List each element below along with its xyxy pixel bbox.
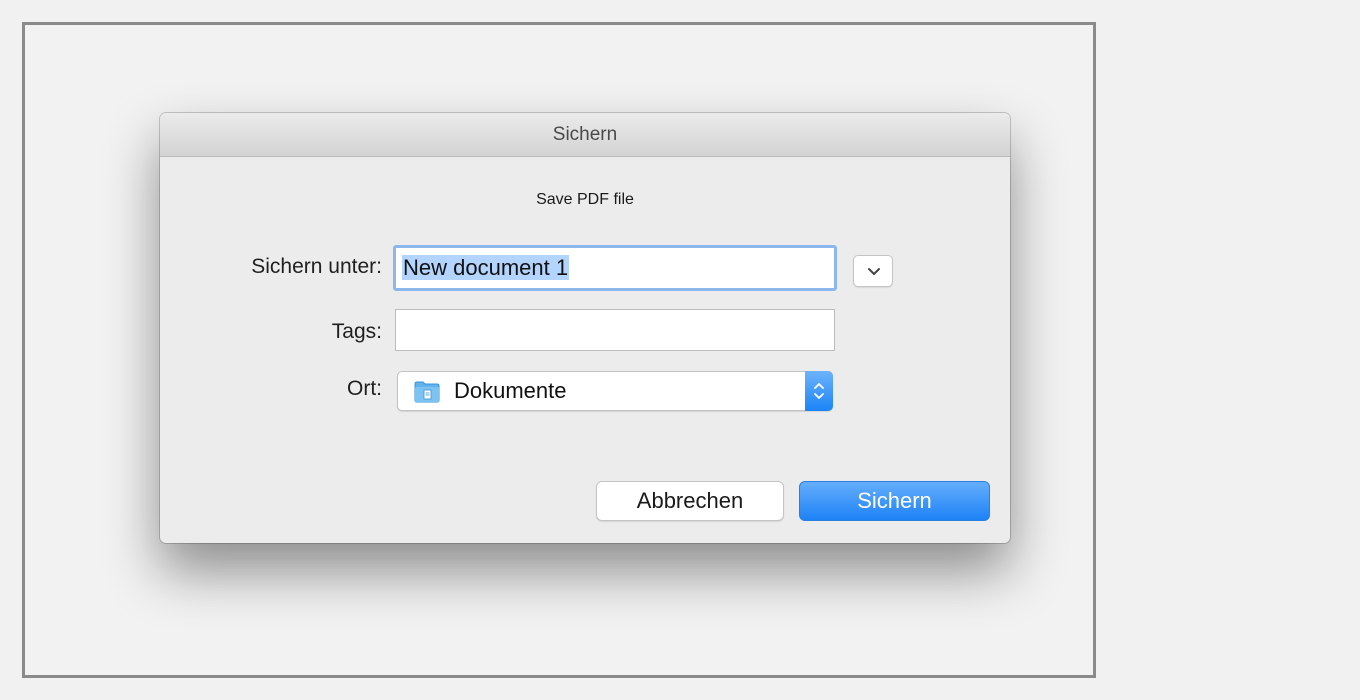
dialog-title: Sichern (552, 124, 618, 145)
location-popup[interactable]: Dokumente (397, 371, 833, 411)
window-frame: Sichern Save PDF file Sichern unter: New… (22, 22, 1096, 678)
dialog-titlebar[interactable]: Sichern (160, 113, 1010, 157)
chevron-down-icon (868, 268, 880, 275)
location-stepper[interactable] (805, 371, 833, 411)
save-as-value: New document 1 (402, 255, 570, 280)
up-down-arrows-icon (814, 383, 824, 399)
tags-field[interactable] (395, 309, 835, 351)
expand-dialog-button[interactable] (853, 255, 893, 287)
folder-icon (414, 381, 440, 403)
save-button[interactable]: Sichern (799, 481, 990, 521)
dialog-subtitle: Save PDF file (536, 191, 634, 208)
location-label: Ort: (347, 377, 382, 400)
cancel-button[interactable]: Abbrechen (596, 481, 784, 521)
location-value: Dokumente (454, 378, 567, 403)
tags-label: Tags: (331, 320, 382, 343)
save-as-field[interactable]: New document 1 (393, 245, 837, 291)
save-as-label: Sichern unter: (251, 255, 382, 278)
save-dialog: Sichern Save PDF file Sichern unter: New… (160, 113, 1010, 543)
